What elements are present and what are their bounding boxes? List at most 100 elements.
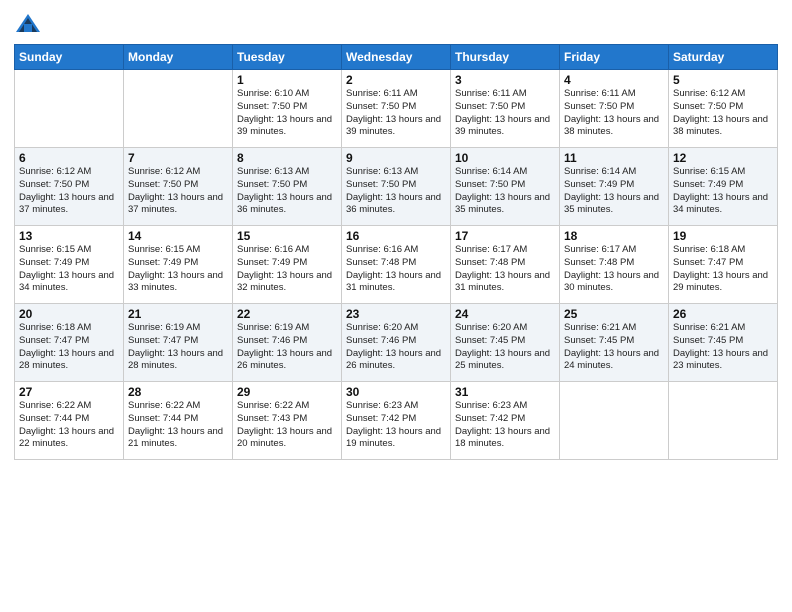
day-number: 13 [19, 229, 119, 243]
header [14, 10, 778, 38]
day-header-tuesday: Tuesday [233, 45, 342, 70]
day-number: 27 [19, 385, 119, 399]
day-cell: 16Sunrise: 6:16 AM Sunset: 7:48 PM Dayli… [342, 226, 451, 304]
day-number: 11 [564, 151, 664, 165]
day-info: Sunrise: 6:12 AM Sunset: 7:50 PM Dayligh… [128, 166, 228, 217]
day-number: 29 [237, 385, 337, 399]
day-header-friday: Friday [560, 45, 669, 70]
day-number: 15 [237, 229, 337, 243]
week-row-2: 13Sunrise: 6:15 AM Sunset: 7:49 PM Dayli… [15, 226, 778, 304]
day-header-saturday: Saturday [669, 45, 778, 70]
day-cell: 5Sunrise: 6:12 AM Sunset: 7:50 PM Daylig… [669, 70, 778, 148]
day-info: Sunrise: 6:12 AM Sunset: 7:50 PM Dayligh… [19, 166, 119, 217]
day-number: 28 [128, 385, 228, 399]
day-number: 30 [346, 385, 446, 399]
week-row-1: 6Sunrise: 6:12 AM Sunset: 7:50 PM Daylig… [15, 148, 778, 226]
day-number: 26 [673, 307, 773, 321]
day-info: Sunrise: 6:11 AM Sunset: 7:50 PM Dayligh… [564, 88, 664, 139]
day-number: 6 [19, 151, 119, 165]
day-cell: 9Sunrise: 6:13 AM Sunset: 7:50 PM Daylig… [342, 148, 451, 226]
day-info: Sunrise: 6:20 AM Sunset: 7:45 PM Dayligh… [455, 322, 555, 373]
day-cell: 4Sunrise: 6:11 AM Sunset: 7:50 PM Daylig… [560, 70, 669, 148]
day-number: 18 [564, 229, 664, 243]
day-info: Sunrise: 6:16 AM Sunset: 7:48 PM Dayligh… [346, 244, 446, 295]
days-header-row: SundayMondayTuesdayWednesdayThursdayFrid… [15, 45, 778, 70]
day-cell: 20Sunrise: 6:18 AM Sunset: 7:47 PM Dayli… [15, 304, 124, 382]
day-info: Sunrise: 6:19 AM Sunset: 7:47 PM Dayligh… [128, 322, 228, 373]
day-cell: 18Sunrise: 6:17 AM Sunset: 7:48 PM Dayli… [560, 226, 669, 304]
day-cell: 27Sunrise: 6:22 AM Sunset: 7:44 PM Dayli… [15, 382, 124, 460]
day-number: 19 [673, 229, 773, 243]
day-info: Sunrise: 6:22 AM Sunset: 7:44 PM Dayligh… [128, 400, 228, 451]
day-cell: 2Sunrise: 6:11 AM Sunset: 7:50 PM Daylig… [342, 70, 451, 148]
day-number: 20 [19, 307, 119, 321]
day-number: 12 [673, 151, 773, 165]
day-cell: 11Sunrise: 6:14 AM Sunset: 7:49 PM Dayli… [560, 148, 669, 226]
day-number: 1 [237, 73, 337, 87]
day-number: 3 [455, 73, 555, 87]
day-number: 21 [128, 307, 228, 321]
logo [14, 10, 44, 38]
day-cell: 3Sunrise: 6:11 AM Sunset: 7:50 PM Daylig… [451, 70, 560, 148]
logo-icon [14, 10, 42, 38]
day-info: Sunrise: 6:15 AM Sunset: 7:49 PM Dayligh… [128, 244, 228, 295]
day-cell: 19Sunrise: 6:18 AM Sunset: 7:47 PM Dayli… [669, 226, 778, 304]
day-number: 23 [346, 307, 446, 321]
day-number: 25 [564, 307, 664, 321]
day-cell: 30Sunrise: 6:23 AM Sunset: 7:42 PM Dayli… [342, 382, 451, 460]
day-cell: 17Sunrise: 6:17 AM Sunset: 7:48 PM Dayli… [451, 226, 560, 304]
day-info: Sunrise: 6:10 AM Sunset: 7:50 PM Dayligh… [237, 88, 337, 139]
day-info: Sunrise: 6:14 AM Sunset: 7:50 PM Dayligh… [455, 166, 555, 217]
day-info: Sunrise: 6:14 AM Sunset: 7:49 PM Dayligh… [564, 166, 664, 217]
day-number: 31 [455, 385, 555, 399]
day-cell: 7Sunrise: 6:12 AM Sunset: 7:50 PM Daylig… [124, 148, 233, 226]
day-header-thursday: Thursday [451, 45, 560, 70]
day-cell: 6Sunrise: 6:12 AM Sunset: 7:50 PM Daylig… [15, 148, 124, 226]
day-cell: 23Sunrise: 6:20 AM Sunset: 7:46 PM Dayli… [342, 304, 451, 382]
day-cell: 29Sunrise: 6:22 AM Sunset: 7:43 PM Dayli… [233, 382, 342, 460]
day-cell: 21Sunrise: 6:19 AM Sunset: 7:47 PM Dayli… [124, 304, 233, 382]
day-cell: 1Sunrise: 6:10 AM Sunset: 7:50 PM Daylig… [233, 70, 342, 148]
day-number: 22 [237, 307, 337, 321]
day-number: 7 [128, 151, 228, 165]
day-number: 2 [346, 73, 446, 87]
day-number: 10 [455, 151, 555, 165]
day-header-wednesday: Wednesday [342, 45, 451, 70]
day-info: Sunrise: 6:23 AM Sunset: 7:42 PM Dayligh… [455, 400, 555, 451]
day-info: Sunrise: 6:13 AM Sunset: 7:50 PM Dayligh… [346, 166, 446, 217]
day-info: Sunrise: 6:17 AM Sunset: 7:48 PM Dayligh… [455, 244, 555, 295]
day-cell: 28Sunrise: 6:22 AM Sunset: 7:44 PM Dayli… [124, 382, 233, 460]
day-cell: 14Sunrise: 6:15 AM Sunset: 7:49 PM Dayli… [124, 226, 233, 304]
day-number: 5 [673, 73, 773, 87]
day-cell: 24Sunrise: 6:20 AM Sunset: 7:45 PM Dayli… [451, 304, 560, 382]
day-number: 14 [128, 229, 228, 243]
day-cell: 31Sunrise: 6:23 AM Sunset: 7:42 PM Dayli… [451, 382, 560, 460]
day-number: 8 [237, 151, 337, 165]
day-info: Sunrise: 6:18 AM Sunset: 7:47 PM Dayligh… [19, 322, 119, 373]
day-info: Sunrise: 6:13 AM Sunset: 7:50 PM Dayligh… [237, 166, 337, 217]
day-number: 16 [346, 229, 446, 243]
day-info: Sunrise: 6:15 AM Sunset: 7:49 PM Dayligh… [673, 166, 773, 217]
page: SundayMondayTuesdayWednesdayThursdayFrid… [0, 0, 792, 612]
day-info: Sunrise: 6:15 AM Sunset: 7:49 PM Dayligh… [19, 244, 119, 295]
day-cell: 26Sunrise: 6:21 AM Sunset: 7:45 PM Dayli… [669, 304, 778, 382]
day-cell: 13Sunrise: 6:15 AM Sunset: 7:49 PM Dayli… [15, 226, 124, 304]
week-row-3: 20Sunrise: 6:18 AM Sunset: 7:47 PM Dayli… [15, 304, 778, 382]
day-info: Sunrise: 6:21 AM Sunset: 7:45 PM Dayligh… [673, 322, 773, 373]
day-cell [124, 70, 233, 148]
day-cell: 10Sunrise: 6:14 AM Sunset: 7:50 PM Dayli… [451, 148, 560, 226]
day-cell: 8Sunrise: 6:13 AM Sunset: 7:50 PM Daylig… [233, 148, 342, 226]
day-header-monday: Monday [124, 45, 233, 70]
day-number: 4 [564, 73, 664, 87]
day-info: Sunrise: 6:18 AM Sunset: 7:47 PM Dayligh… [673, 244, 773, 295]
day-info: Sunrise: 6:17 AM Sunset: 7:48 PM Dayligh… [564, 244, 664, 295]
week-row-4: 27 Sunrise: 6:22 AM Sunset: 7:44 PM Dayli… [15, 382, 778, 460]
day-header-sunday: Sunday [15, 45, 124, 70]
week-row-0: 1Sunrise: 6:10 AM Sunset: 7:50 PM Daylig… [15, 70, 778, 148]
day-number: 24 [455, 307, 555, 321]
day-cell: 22Sunrise: 6:19 AM Sunset: 7:46 PM Dayli… [233, 304, 342, 382]
day-cell [15, 70, 124, 148]
day-cell: 15Sunrise: 6:16 AM Sunset: 7:49 PM Dayli… [233, 226, 342, 304]
day-info: Sunrise: 6:21 AM Sunset: 7:45 PM Dayligh… [564, 322, 664, 373]
day-info: Sunrise: 6:11 AM Sunset: 7:50 PM Dayligh… [455, 88, 555, 139]
